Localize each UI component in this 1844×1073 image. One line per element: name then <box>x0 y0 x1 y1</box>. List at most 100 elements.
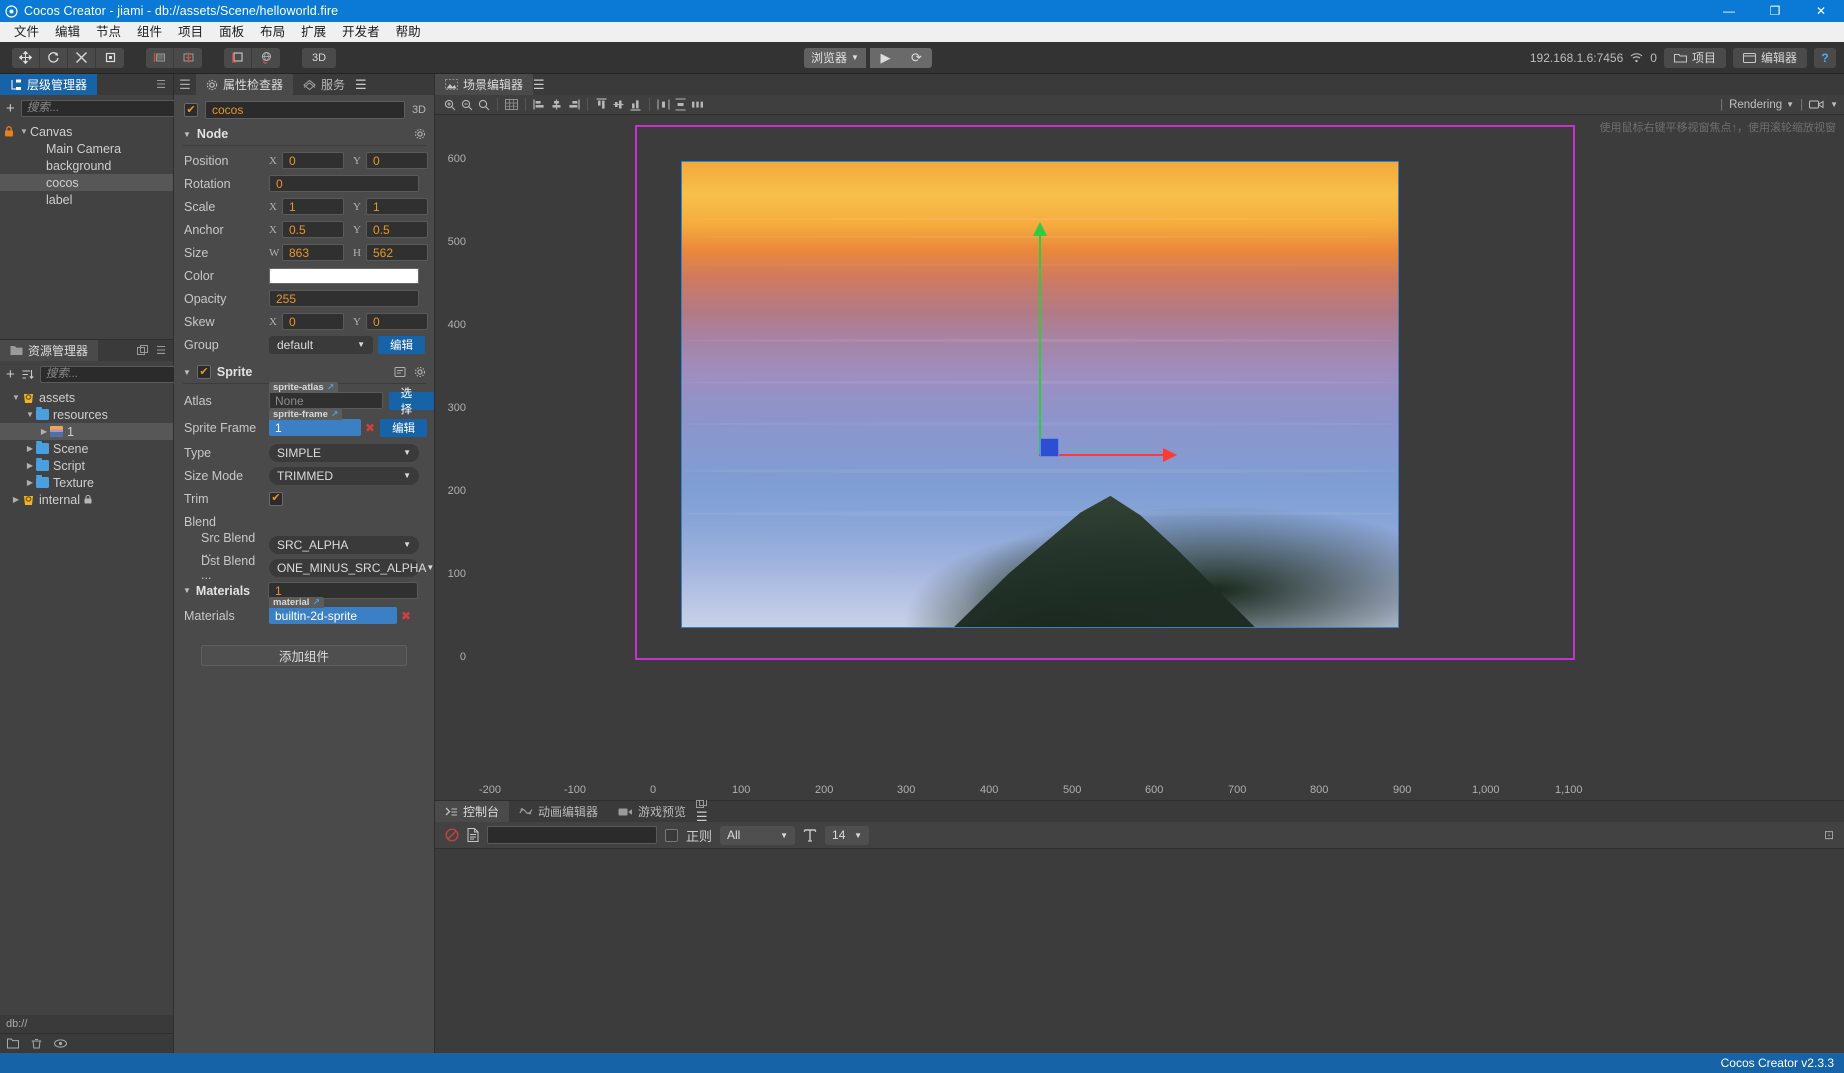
sprite-help-icon[interactable] <box>394 366 406 378</box>
tree-node-main-camera[interactable]: Main Camera <box>0 140 173 157</box>
menu-panel[interactable]: 面板 <box>211 22 252 42</box>
group-edit-button[interactable]: 编辑 <box>378 335 425 354</box>
tab-scene-editor[interactable]: 场景编辑器 <box>435 74 534 95</box>
menu-edit[interactable]: 编辑 <box>47 22 88 42</box>
inspector-menu-icon[interactable]: ☰ <box>174 77 196 93</box>
align-center-tool-button[interactable] <box>174 47 202 68</box>
tab-console[interactable]: 控制台 <box>435 801 510 822</box>
chevron-down-icon[interactable]: ▼ <box>18 127 30 136</box>
src-blend-select[interactable]: SRC_ALPHA ▼ <box>269 535 419 554</box>
node-name-field[interactable]: cocos <box>205 101 405 119</box>
tree-node-cocos[interactable]: cocos <box>0 174 173 191</box>
add-node-button[interactable]: + <box>6 100 15 117</box>
console-expand-icon[interactable]: ⊡ <box>1824 828 1834 842</box>
chevron-right-icon[interactable]: ▶ <box>38 427 50 436</box>
sprite-frame-edit-button[interactable]: 编辑 <box>380 418 428 437</box>
console-log-area[interactable] <box>435 849 1844 1053</box>
rotate-tool-button[interactable] <box>40 47 68 68</box>
add-component-button[interactable]: 添加组件 <box>201 645 407 666</box>
rotation-input[interactable]: 0 <box>269 175 419 192</box>
font-size-select[interactable]: 14 ▼ <box>825 825 870 845</box>
chevron-right-icon[interactable]: ▶ <box>24 444 36 453</box>
assets-menu-icon[interactable]: ☰ <box>156 344 166 357</box>
dst-blend-select[interactable]: ONE_MINUS_SRC_ALPHA ▼ <box>269 558 434 577</box>
minimize-button[interactable]: — <box>1706 0 1752 22</box>
asset-row-assets[interactable]: ▼ assets <box>0 389 173 406</box>
atlas-asset-slot[interactable]: sprite-atlas ↗ None <box>269 382 383 409</box>
menu-layout[interactable]: 布局 <box>252 22 293 42</box>
clear-icon[interactable] <box>445 828 459 842</box>
size-width-input[interactable]: 863 <box>282 244 344 261</box>
eye-icon[interactable] <box>54 1039 67 1048</box>
distribute-v-icon[interactable] <box>672 96 689 114</box>
asset-row-resources[interactable]: ▼ resources <box>0 406 173 423</box>
rendering-select[interactable]: Rendering ▼ <box>1729 99 1794 111</box>
gizmo-x-arrow-icon[interactable] <box>1163 448 1177 462</box>
align-left-icon[interactable] <box>531 96 548 114</box>
chevron-down-icon[interactable]: ▼ <box>10 393 22 402</box>
help-button[interactable]: ? <box>1814 47 1836 68</box>
align-right-icon[interactable] <box>565 96 582 114</box>
mode-3d-button[interactable]: 3D <box>302 47 336 68</box>
distribute-h-icon[interactable] <box>655 96 672 114</box>
gizmo-center-handle[interactable] <box>1040 438 1059 457</box>
tab-inspector[interactable]: 属性检查器 <box>196 74 294 95</box>
scale-y-input[interactable]: 1 <box>366 198 428 215</box>
sprite-frame-clear-icon[interactable]: ✖ <box>365 421 375 435</box>
distribute-even-icon[interactable] <box>689 96 706 114</box>
gizmo-y-arrow-icon[interactable] <box>1033 222 1047 236</box>
menu-developer[interactable]: 开发者 <box>334 22 388 42</box>
tab-hierarchy[interactable]: 层级管理器 <box>0 74 98 95</box>
position-x-input[interactable]: 0 <box>282 152 344 169</box>
chevron-down-icon[interactable]: ▼ <box>1830 100 1838 109</box>
tab-animation-editor[interactable]: 动画编辑器 <box>509 801 609 822</box>
chevron-right-icon[interactable]: ▶ <box>10 495 22 504</box>
add-asset-button[interactable]: + <box>6 366 15 383</box>
scene-viewport[interactable]: 使用鼠标右键平移视窗焦点↑，使用滚轮缩放视窗 600 500 400 300 2… <box>435 115 1844 800</box>
align-hcenter-icon[interactable] <box>548 96 565 114</box>
coord-tool-button[interactable] <box>252 47 280 68</box>
size-mode-select[interactable]: TRIMMED ▼ <box>269 466 419 485</box>
gizmo-y-axis[interactable] <box>1039 235 1041 455</box>
asset-row-1[interactable]: ▶ 1 <box>0 423 173 440</box>
align-top-icon[interactable] <box>593 96 610 114</box>
sprite-section-header[interactable]: ▼ Sprite <box>174 362 434 382</box>
tab-services[interactable]: 服务 <box>293 74 356 95</box>
sprite-frame-asset-slot[interactable]: sprite-frame ↗ 1 <box>269 409 361 436</box>
menu-component[interactable]: 组件 <box>129 22 170 42</box>
trim-checkbox[interactable] <box>269 491 283 506</box>
external-link-icon[interactable]: ↗ <box>327 382 335 393</box>
chevron-right-icon[interactable]: ▶ <box>24 461 36 470</box>
zoom-fit-icon[interactable] <box>475 96 492 114</box>
asset-row-internal[interactable]: ▶ internal <box>0 491 173 508</box>
camera-icon[interactable] <box>1809 99 1824 110</box>
tab-game-preview[interactable]: 游戏预览 <box>608 801 697 822</box>
skew-x-input[interactable]: 0 <box>282 313 344 330</box>
refresh-button[interactable]: ⟳ <box>901 48 932 68</box>
close-button[interactable]: ✕ <box>1798 0 1844 22</box>
tree-node-label[interactable]: label <box>0 191 173 208</box>
hierarchy-menu-icon[interactable]: ☰ <box>156 78 166 91</box>
asset-row-script[interactable]: ▶ Script <box>0 457 173 474</box>
position-y-input[interactable]: 0 <box>366 152 428 169</box>
menu-extension[interactable]: 扩展 <box>293 22 334 42</box>
align-vcenter-icon[interactable] <box>610 96 627 114</box>
asset-row-scene[interactable]: ▶ Scene <box>0 440 173 457</box>
size-height-input[interactable]: 562 <box>366 244 428 261</box>
scene-menu-icon[interactable]: ☰ <box>533 77 545 92</box>
zoom-in-icon[interactable] <box>441 96 458 114</box>
editor-settings-button[interactable]: 编辑器 <box>1732 47 1807 68</box>
inspector-options-icon[interactable]: ☰ <box>355 77 367 92</box>
tree-node-background[interactable]: background <box>0 157 173 174</box>
menu-file[interactable]: 文件 <box>6 22 47 42</box>
play-button[interactable]: ▶ <box>870 48 901 68</box>
material-clear-icon[interactable]: ✖ <box>401 609 411 623</box>
tab-assets[interactable]: 资源管理器 <box>0 340 99 361</box>
atlas-value[interactable]: None <box>269 392 383 409</box>
color-swatch[interactable] <box>269 267 419 284</box>
sprite-type-select[interactable]: SIMPLE ▼ <box>269 443 419 462</box>
skew-y-input[interactable]: 0 <box>366 313 428 330</box>
sprite-enabled-checkbox[interactable] <box>196 365 211 379</box>
asset-row-texture[interactable]: ▶ Texture <box>0 474 173 491</box>
scale-tool-button[interactable] <box>68 47 96 68</box>
